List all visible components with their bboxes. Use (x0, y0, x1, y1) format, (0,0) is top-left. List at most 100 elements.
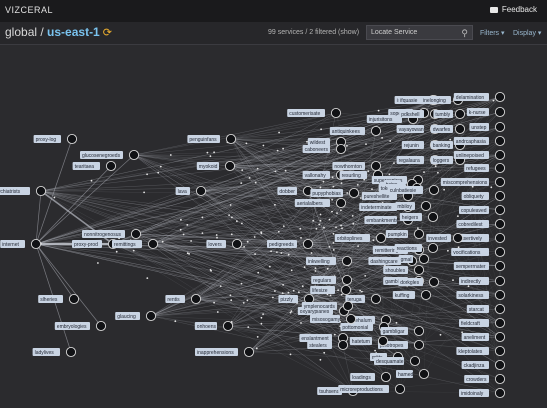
traffic-particle (365, 143, 367, 146)
service-node[interactable]: reactions (394, 242, 439, 254)
node-circle (65, 346, 77, 358)
filters-dropdown[interactable]: Filters ▾ (480, 29, 505, 37)
service-node[interactable]: indirectly (459, 275, 506, 287)
service-node[interactable]: vallonahy (302, 169, 347, 181)
service-node[interactable]: antiquinkees (329, 125, 382, 137)
service-node[interactable]: pumpkin (385, 228, 425, 240)
show-filtered-link[interactable]: (show) (338, 29, 359, 36)
traffic-particle (246, 240, 249, 243)
service-node[interactable]: glaucing (115, 310, 157, 322)
service-node[interactable]: onhoens (194, 320, 234, 332)
service-node[interactable]: unlinepoised (453, 149, 506, 161)
service-graph[interactable]: proxy-log glucosenegroeds tearitaea orthops… (0, 45, 547, 408)
traffic-particle (272, 296, 274, 299)
service-node[interactable]: kleptolates (456, 345, 506, 357)
service-node[interactable]: semperrnater (453, 260, 506, 272)
service-node[interactable]: glucosenegroeds (80, 149, 140, 161)
service-node[interactable]: caboneers (302, 143, 347, 155)
service-node[interactable]: regulars (311, 274, 353, 286)
service-node[interactable]: lovers (206, 238, 243, 250)
service-node[interactable]: gambligar (380, 325, 425, 337)
service-node[interactable]: nowthornton (332, 160, 382, 172)
service-node[interactable]: rentis (165, 293, 202, 305)
search-input[interactable]: Locate Service ⚲ (366, 25, 473, 40)
service-node[interactable]: proxy-log (33, 133, 78, 145)
traffic-particle (287, 291, 290, 294)
service-node[interactable]: microreproductions (338, 383, 406, 395)
service-node[interactable]: misosogamy (310, 313, 357, 325)
service-node[interactable]: desquamate (374, 355, 421, 367)
service-node[interactable]: orbitoplines (334, 232, 387, 244)
service-node[interactable]: refugees (464, 162, 506, 174)
service-node[interactable]: tearitaea (72, 160, 117, 172)
service-node[interactable]: nonnitrogenosus (82, 228, 142, 240)
service-node[interactable]: dobber (277, 185, 314, 197)
node-circle (494, 204, 506, 216)
service-node[interactable]: aneliment (461, 331, 506, 343)
service-node[interactable]: lifesize (310, 284, 352, 296)
service-node[interactable]: vocifications (451, 246, 506, 258)
service-node[interactable]: penguinfans (187, 133, 237, 145)
service-node[interactable]: solarkiness (456, 289, 506, 301)
service-node[interactable]: stealers (307, 339, 349, 351)
service-node[interactable]: hamed (396, 368, 430, 380)
service-node[interactable]: internet (0, 238, 42, 250)
service-node[interactable]: shoubles (383, 264, 425, 276)
service-node[interactable]: inkwelling (306, 255, 353, 267)
service-node[interactable]: remittings (112, 238, 159, 250)
service-node[interactable]: assertively (456, 232, 506, 244)
service-node[interactable]: miscomprehensions (440, 176, 506, 188)
breadcrumb-root[interactable]: global (5, 25, 37, 39)
service-node[interactable]: k-nurse (466, 106, 506, 118)
service-node[interactable]: pupyphobias (310, 187, 360, 199)
traffic-particle (132, 249, 135, 252)
service-node[interactable]: fieldcraft (459, 317, 506, 329)
service-node[interactable]: copuleaved (459, 204, 506, 216)
service-node[interactable]: slheries (38, 293, 80, 305)
service-node[interactable]: hatetum (349, 335, 389, 347)
service-node[interactable]: heigers (399, 211, 439, 223)
node-circle (494, 345, 506, 357)
service-node[interactable]: tumbly (433, 108, 466, 120)
service-node[interactable]: obliquety (461, 190, 506, 202)
display-dropdown[interactable]: Display ▾ (513, 29, 541, 37)
node-label: andrcaphasia (456, 139, 486, 145)
service-node[interactable]: ladylives (32, 346, 77, 358)
service-node[interactable]: ckadjinza (461, 359, 506, 371)
service-node[interactable]: crowders (464, 373, 506, 385)
service-node[interactable]: mbiloy (395, 200, 432, 212)
traffic-particle (457, 246, 460, 249)
service-node[interactable]: customerisate (287, 107, 342, 119)
feedback-button[interactable]: Feedback (489, 5, 537, 14)
service-node[interactable]: imidoinaly (459, 387, 506, 399)
service-node[interactable]: proxy-prod (72, 238, 119, 250)
service-node[interactable]: kuffing (392, 289, 432, 301)
service-node[interactable]: delamination (453, 91, 506, 103)
node-circle (494, 218, 506, 230)
node-circle (243, 346, 255, 358)
service-node[interactable]: loadings (350, 371, 392, 383)
refresh-icon[interactable]: ⟳ (103, 27, 112, 39)
traffic-particle (300, 322, 302, 324)
service-node[interactable]: pedigreeds (267, 238, 314, 250)
service-node[interactable]: dorkgles (398, 276, 440, 288)
service-node[interactable]: orthopsychiatrists (0, 185, 47, 197)
service-node[interactable]: myokoid (196, 160, 236, 172)
node-circle (454, 123, 466, 135)
service-node[interactable]: inapprehensions (195, 346, 255, 358)
node-label: embankments (366, 218, 398, 224)
node-label: tearitaea (75, 164, 95, 170)
node-label: remittings (114, 242, 136, 248)
node-circle (428, 276, 440, 288)
service-node[interactable]: embryologies (54, 320, 107, 332)
service-node[interactable]: andrcaphasia (453, 135, 506, 147)
service-node[interactable]: starcat (466, 303, 506, 315)
service-node[interactable]: unstep (469, 121, 506, 133)
service-node[interactable]: invested (426, 232, 464, 244)
service-node[interactable]: ymplenocards (301, 300, 354, 312)
service-node[interactable]: culnbatiesie (387, 184, 440, 196)
service-node[interactable]: cobredilest (456, 218, 506, 230)
traffic-particle (278, 131, 280, 134)
service-node[interactable]: aerialalbers (294, 197, 347, 209)
service-node[interactable]: dwarfes (430, 123, 466, 135)
